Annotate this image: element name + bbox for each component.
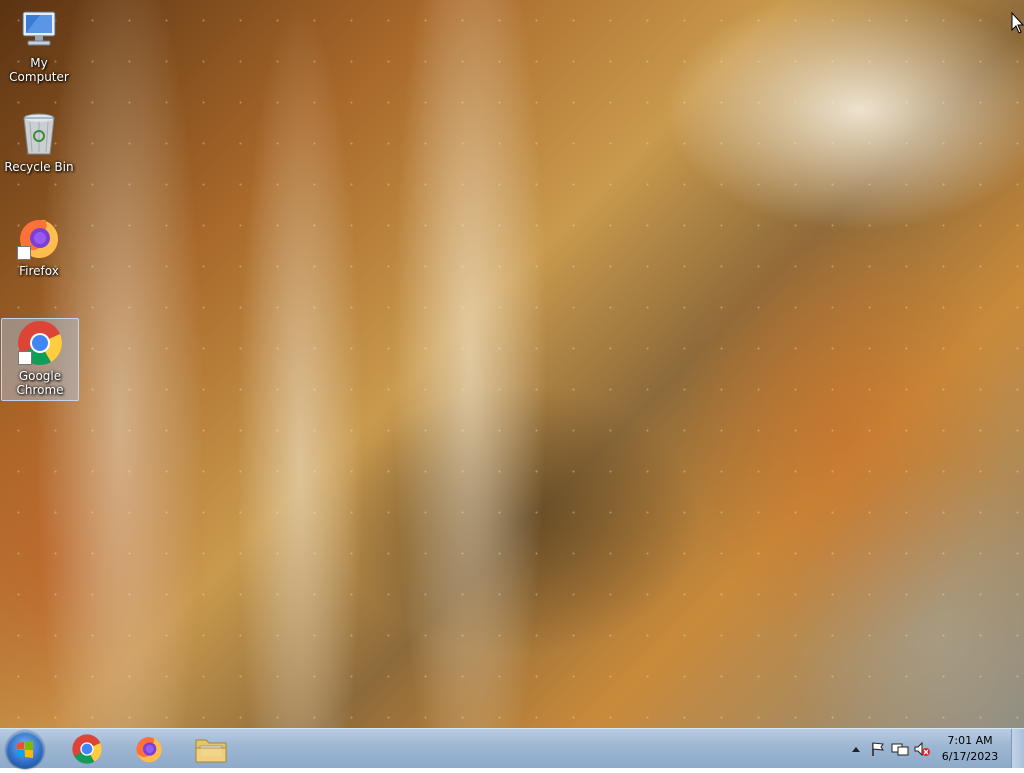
desktop-background[interactable]: My Computer Recycle Bin Firefox Google C… — [0, 0, 1024, 728]
desktop-icon-label: My Computer — [9, 56, 69, 84]
shortcut-arrow-icon — [18, 351, 32, 365]
shortcut-arrow-icon — [17, 246, 31, 260]
windows-start-icon — [17, 741, 33, 758]
desktop-icon-label: Google Chrome — [16, 369, 64, 397]
start-button[interactable] — [6, 731, 44, 769]
clock-date: 6/17/2023 — [941, 749, 999, 763]
system-tray: 7:01 AM 6/17/2023 — [845, 729, 1024, 768]
firefox-icon — [15, 214, 63, 262]
desktop-icon-firefox[interactable]: Firefox — [1, 214, 77, 278]
desktop-icon-my-computer[interactable]: My Computer — [1, 6, 77, 84]
taskbar-button-chrome[interactable] — [60, 729, 114, 768]
desktop-icon-label: Firefox — [19, 264, 59, 278]
clock-time: 7:01 AM — [947, 733, 993, 747]
network-icon[interactable] — [891, 740, 909, 758]
chrome-icon — [16, 319, 64, 367]
desktop-icon-google-chrome[interactable]: Google Chrome — [1, 318, 79, 401]
show-hidden-icons-chevron-icon[interactable] — [847, 740, 865, 758]
action-center-flag-icon[interactable] — [869, 740, 887, 758]
show-desktop-button[interactable] — [1011, 729, 1024, 768]
desktop-icon-recycle-bin[interactable]: Recycle Bin — [1, 110, 77, 174]
taskbar-button-firefox[interactable] — [122, 729, 176, 768]
taskbar-clock[interactable]: 7:01 AM 6/17/2023 — [933, 733, 1007, 765]
taskbar-button-windows-explorer[interactable] — [184, 729, 238, 768]
mouse-cursor-icon — [1011, 11, 1024, 38]
recycle-bin-icon — [15, 110, 63, 158]
firefox-icon — [136, 736, 162, 762]
computer-icon — [15, 6, 63, 54]
taskbar: 7:01 AM 6/17/2023 — [0, 728, 1024, 769]
desktop-icon-label: Recycle Bin — [4, 160, 74, 174]
chrome-icon — [72, 733, 102, 764]
folder-icon — [195, 739, 227, 762]
volume-muted-icon[interactable] — [913, 740, 931, 758]
